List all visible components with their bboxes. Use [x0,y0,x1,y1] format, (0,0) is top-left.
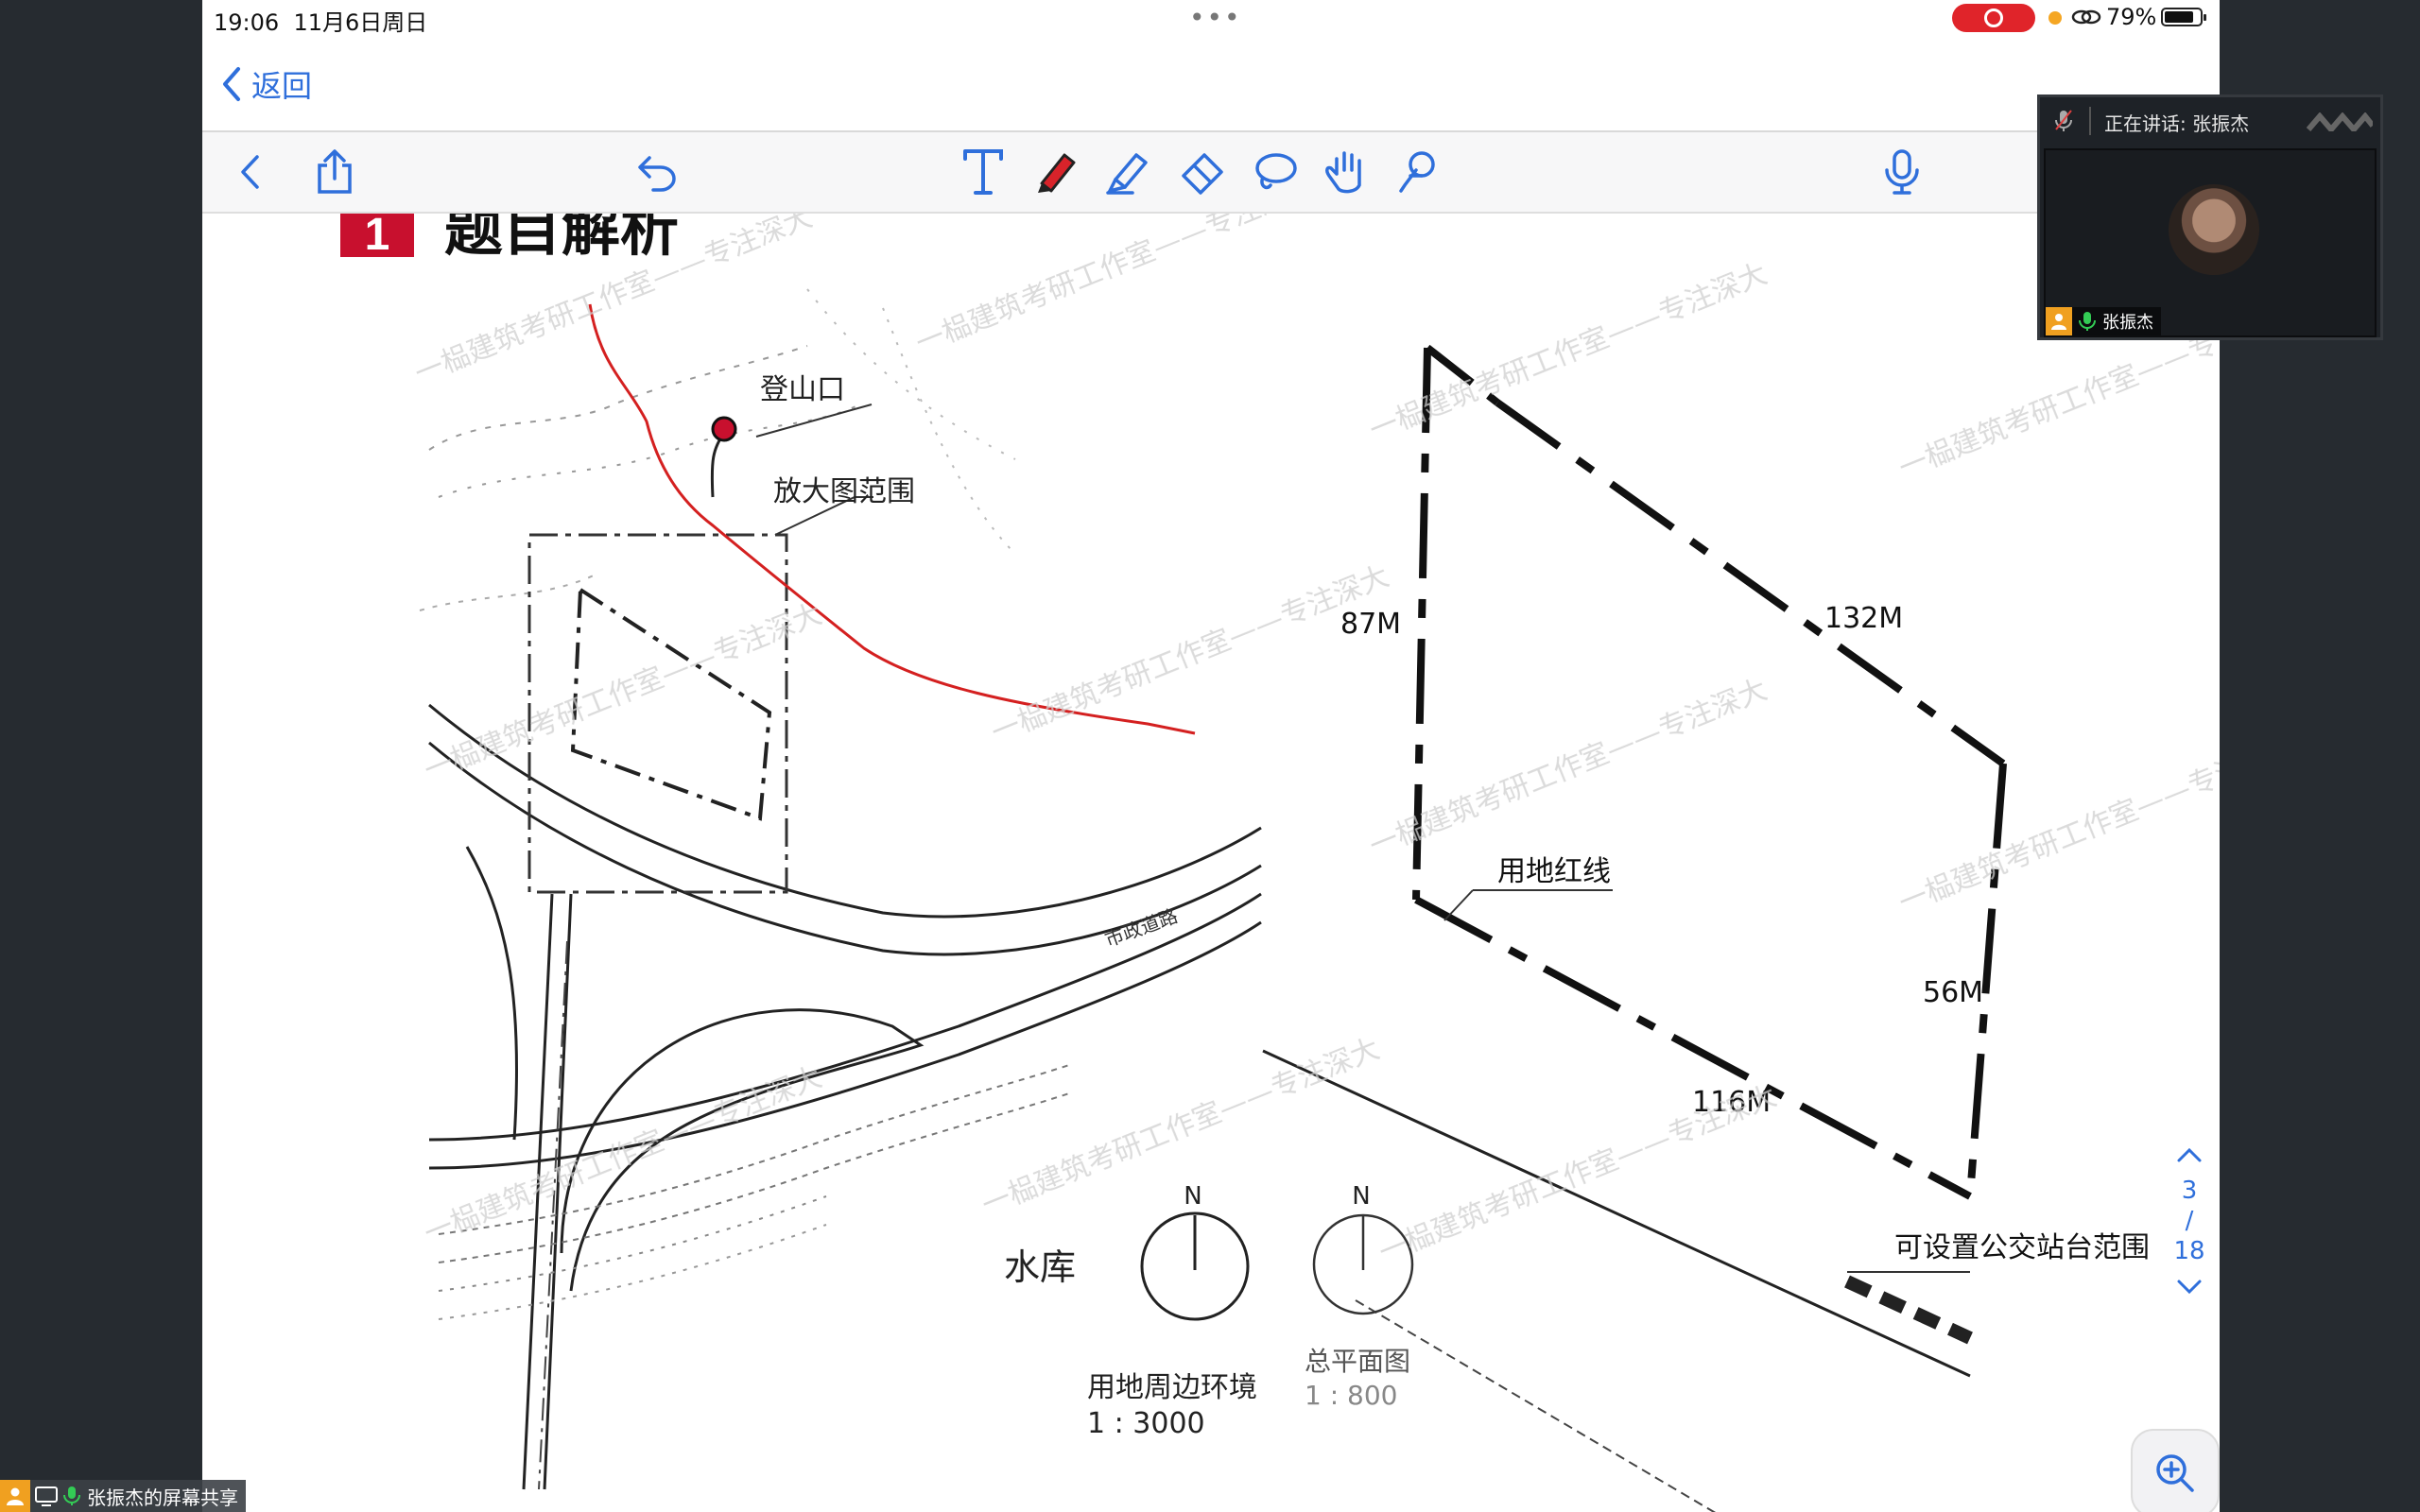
svg-text:N: N [1184,1182,1201,1211]
site-context-map [419,288,1262,1490]
pen-tool-button[interactable] [1030,146,1083,198]
lasso-icon [1255,153,1297,190]
mic-in-use-dot-icon [2048,11,2062,25]
text-tool-button[interactable] [957,146,1010,198]
share-icon [318,149,352,194]
svg-text:N: N [1352,1182,1370,1211]
svg-text:一榀建筑考研工作室——专注深大: 一榀建筑考研工作室——专注深大 [1374,1079,1781,1269]
chevron-left-icon [223,67,240,101]
microphone-button[interactable] [1876,146,1928,198]
microphone-icon [1885,149,1919,195]
eraser-icon [1182,153,1223,195]
svg-text:一榀建筑考研工作室——专注深大: 一榀建筑考研工作室——专注深大 [987,559,1393,749]
svg-text:一榀建筑考研工作室——专注深大: 一榀建筑考研工作室——专注深大 [911,214,1318,360]
svg-text:一榀建筑考研工作室——专注深大: 一榀建筑考研工作室——专注深大 [1894,730,2220,919]
lasso-tool-button[interactable] [1248,146,1301,198]
page-up-button[interactable] [2163,1134,2216,1176]
site-side-56: 56M [1923,976,1983,1009]
site-side-87: 87M [1340,608,1401,641]
watermark: 一榀建筑考研工作室——专注深大 一榀建筑考研工作室——专注深大 一榀建筑考研工作… [410,214,2220,1269]
share-button[interactable] [308,146,361,198]
hand-tool-button[interactable] [1320,146,1373,198]
speaker-video[interactable]: 张振杰 [2044,148,2377,337]
page-current: 3 [2181,1177,2198,1205]
site-side-132: 132M [1824,602,1903,635]
screen-share-label: 张振杰的屏幕共享 [87,1486,238,1509]
undo-button[interactable] [631,146,684,198]
page-total: 18 [2173,1237,2205,1265]
chevron-up-icon [2177,1147,2202,1162]
layout-toggle-icon[interactable] [2307,112,2373,131]
person-icon [0,1480,30,1512]
page-navigator: 3 / 18 [2163,1134,2216,1308]
label-red-line: 用地红线 [1497,855,1611,888]
page-down-button[interactable] [2163,1266,2216,1308]
pen-icon [1038,153,1076,193]
eraser-tool-button[interactable] [1176,146,1229,198]
back-button[interactable]: 返回 [221,60,312,108]
speaker-name-tag: 张振杰 [2046,307,2161,335]
battery-icon [2161,8,2206,26]
status-time: 19:06 11月6日周日 [214,9,428,36]
zoom-in-icon [2156,1454,2194,1492]
highlighter-icon [1106,153,1148,195]
svg-text:一榀建筑考研工作室——专注深大: 一榀建筑考研工作室——专注深大 [977,1032,1384,1222]
label-bus-stop-range: 可设置公交站台范围 [1894,1231,2150,1264]
svg-text:一榀建筑考研工作室——专注深大: 一榀建筑考研工作室——专注深大 [1365,673,1772,863]
mic-muted-icon [2055,110,2072,131]
label-enlarge-range: 放大图范围 [773,475,915,508]
slide-canvas[interactable]: 1 题目解析 登山口 放大图范围 市政道路 水库 N 用地周边环境 1: 30… [202,214,2220,1512]
speaker-avatar [2169,184,2259,275]
screen-share-icon [35,1486,58,1506]
header-divider [2089,107,2091,135]
speaker-video-panel[interactable]: 正在讲话: 张振杰 张振杰 [2037,94,2383,340]
link-icon [2071,9,2101,25]
person-icon [2046,307,2072,335]
highlighter-tool-button[interactable] [1102,146,1155,198]
battery-percent: 79% [2106,4,2157,30]
site-plan-caption: 总平面图 [1305,1346,1410,1377]
back-label: 返回 [251,68,313,104]
hand-icon [1325,151,1361,194]
label-reservoir: 水库 [1004,1246,1076,1288]
trailhead-marker-icon [711,416,737,442]
site-plan-scale: 1 : 800 [1305,1380,1398,1411]
slide-heading: 题目解析 [444,214,679,264]
status-bar: 19:06 11月6日周日 ••• 79% [202,0,2220,38]
undo-icon [638,156,676,192]
touch-tool-button[interactable] [1392,146,1444,198]
speaker-header: 正在讲话: 张振杰 [2040,97,2380,145]
slide-drawing: 1 题目解析 登山口 放大图范围 市政道路 水库 N 用地周边环境 1: 30… [340,214,2220,1512]
chevron-left-icon [241,155,259,189]
zoom-button[interactable] [2131,1429,2220,1512]
mic-icon [63,1486,80,1505]
annotation-toolbar [202,132,2220,214]
mic-icon [2079,312,2096,331]
speaking-label: 正在讲话: 张振杰 [2104,112,2250,135]
touch-icon [1399,151,1435,193]
north-arrow-left: N [1140,1182,1250,1321]
chevron-down-icon [2177,1280,2202,1295]
context-caption: 用地周边环境 [1087,1371,1257,1404]
ipad-screen: 19:06 11月6日周日 ••• 79% 返回 1 题目解析 登山口 放大图范… [202,0,2220,1512]
prev-button[interactable] [223,146,276,198]
page-divider: / [2185,1207,2194,1235]
section-number: 1 [365,214,390,260]
screen-share-bar[interactable]: 张振杰的屏幕共享 [0,1480,246,1512]
text-tool-icon [963,149,1003,195]
svg-text:一榀建筑考研工作室——专注深大: 一榀建筑考研工作室——专注深大 [420,1060,826,1250]
multitask-dots-icon[interactable]: ••• [1189,2,1242,33]
label-trailhead: 登山口 [760,373,845,406]
context-scale: 1 : 3000 [1087,1407,1205,1440]
screen-record-icon[interactable] [1952,4,2035,32]
speaker-name: 张振杰 [2102,313,2153,333]
